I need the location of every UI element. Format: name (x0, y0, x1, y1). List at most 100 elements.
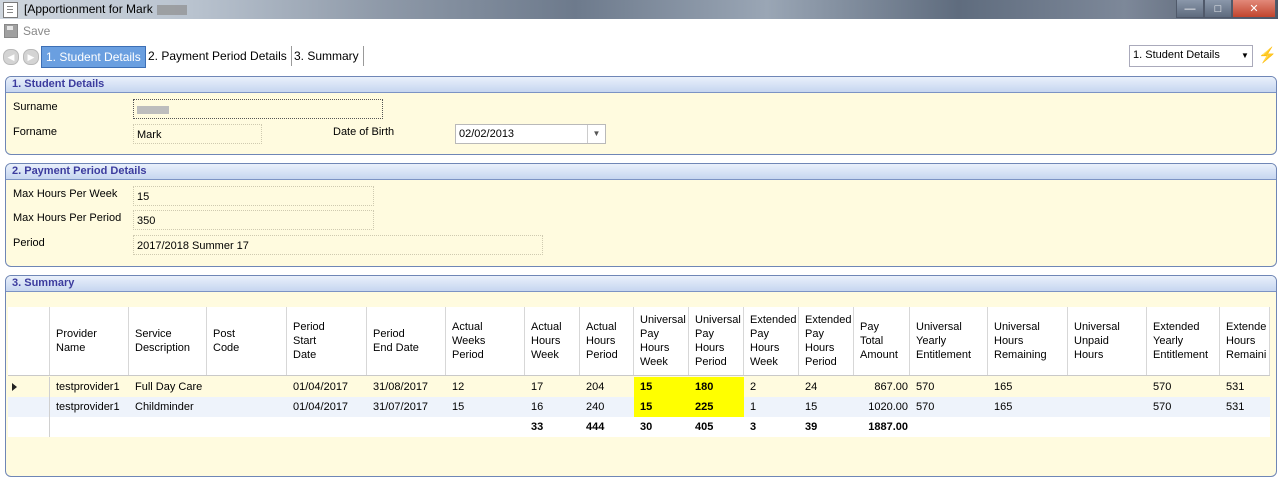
table-cell[interactable]: 1 (744, 397, 799, 417)
column-header[interactable]: Extended Pay Hours Week (744, 307, 799, 375)
table-cell[interactable]: 01/04/2017 (287, 377, 367, 397)
max-hours-period-field[interactable]: 350 (133, 210, 374, 230)
table-cell[interactable]: 31/07/2017 (367, 397, 446, 417)
table-cell[interactable]: 570 (1147, 377, 1220, 397)
total-cell (446, 417, 525, 437)
surname-field[interactable] (133, 99, 383, 119)
table-cell[interactable]: 12 (446, 377, 525, 397)
table-cell[interactable] (207, 397, 287, 417)
column-header[interactable]: Provider Name (50, 307, 129, 375)
table-cell[interactable]: 2 (744, 377, 799, 397)
total-cell (910, 417, 988, 437)
period-label: Period (13, 237, 45, 249)
table-cell[interactable]: 15 (799, 397, 854, 417)
column-header[interactable]: Universal Pay Hours Period (689, 307, 744, 375)
total-cell: 33 (531, 421, 544, 433)
total-cell (988, 417, 1068, 437)
table-cell[interactable]: 1020.00 (854, 397, 910, 417)
table-row[interactable]: testprovider1 Childminder 01/04/2017 31/07/… (8, 397, 1270, 417)
column-header[interactable]: Period End Date (367, 307, 446, 375)
section-jump-value: 1. Student Details (1133, 49, 1220, 61)
table-cell[interactable]: Childminder (129, 397, 207, 417)
tab-student-details[interactable]: 1. Student Details (41, 46, 146, 68)
table-cell[interactable]: 204 (580, 377, 634, 397)
table-cell[interactable]: 31/08/2017 (367, 377, 446, 397)
tab-summary[interactable]: 3. Summary (290, 46, 364, 66)
payment-period-heading: 2. Payment Period Details (6, 164, 1276, 180)
dob-datepicker[interactable]: 02/02/2013 ▼ (455, 124, 606, 144)
payment-period-panel: 2. Payment Period Details Max Hours Per … (5, 163, 1277, 267)
table-cell[interactable]: 570 (1147, 397, 1220, 417)
back-arrow-icon[interactable]: ◀ (3, 49, 19, 65)
table-cell[interactable]: 15 (446, 397, 525, 417)
table-cell[interactable]: 165 (988, 397, 1068, 417)
forward-arrow-icon[interactable]: ▶ (23, 49, 39, 65)
dob-label: Date of Birth (333, 126, 395, 138)
table-cell[interactable]: Full Day Care (129, 377, 207, 397)
tab-payment-period-details[interactable]: 2. Payment Period Details (144, 46, 292, 66)
surname-label: Surname (13, 101, 58, 113)
maximize-button[interactable]: □ (1204, 0, 1232, 18)
max-hours-week-field[interactable]: 15 (133, 186, 374, 206)
total-cell: 30 (640, 421, 653, 433)
window-title-text: [Apportionment for Mark (24, 2, 153, 16)
total-cell: 3 (750, 421, 757, 433)
column-header[interactable]: Period Start Date (287, 307, 367, 375)
section-nav: ◀ ▶ 1. Student Details 2. Payment Period… (0, 44, 1278, 68)
column-header[interactable]: Actual Hours Week (525, 307, 580, 375)
minimize-button[interactable]: — (1176, 0, 1204, 18)
close-button[interactable]: ✕ (1232, 0, 1276, 18)
section-jump-select[interactable]: 1. Student Details ▼ (1129, 45, 1253, 67)
title-bar: [Apportionment for Mark — □ ✕ (0, 0, 1278, 19)
total-cell (129, 417, 207, 437)
table-cell[interactable]: 570 (910, 377, 988, 397)
total-cell: 405 (695, 421, 714, 433)
table-cell[interactable]: 180 (689, 377, 744, 397)
forename-field[interactable]: Mark (133, 124, 262, 144)
student-details-panel: 1. Student Details Surname Forname Mark … (5, 76, 1277, 155)
column-header[interactable]: Extended Pay Hours Period (799, 307, 854, 375)
table-cell[interactable]: 17 (525, 377, 580, 397)
redacted-surname (137, 106, 169, 115)
max-hours-week-label: Max Hours Per Week (13, 188, 118, 200)
table-cell[interactable]: 15 (634, 377, 689, 397)
table-cell[interactable]: 225 (689, 397, 744, 417)
table-cell[interactable]: 531 (1220, 397, 1270, 417)
total-cell (207, 417, 287, 437)
column-header[interactable]: Extende Hours Remaini (1220, 307, 1270, 375)
row-selector[interactable] (8, 377, 50, 397)
period-field[interactable]: 2017/2018 Summer 17 (133, 235, 543, 255)
total-cell (367, 417, 446, 437)
window-title: [Apportionment for Mark (24, 2, 187, 16)
column-header[interactable]: Universal Pay Hours Week (634, 307, 689, 375)
column-header[interactable]: Universal Unpaid Hours (1068, 307, 1147, 375)
column-header[interactable]: Pay Total Amount (854, 307, 910, 375)
column-header[interactable]: Post Code (207, 307, 287, 375)
table-cell[interactable] (207, 377, 287, 397)
lightning-icon[interactable]: ⚡ (1258, 47, 1277, 65)
column-header[interactable]: Universal Yearly Entitlement (910, 307, 988, 375)
table-cell[interactable]: testprovider1 (50, 377, 129, 397)
column-header[interactable]: Extended Yearly Entitlement (1147, 307, 1220, 375)
column-header[interactable]: Universal Hours Remaining (988, 307, 1068, 375)
table-cell[interactable] (1068, 397, 1147, 417)
column-header[interactable]: Actual Weeks Period (446, 307, 525, 375)
column-header[interactable]: Actual Hours Period (580, 307, 634, 375)
row-selector[interactable] (8, 397, 50, 417)
table-cell[interactable]: 531 (1220, 377, 1270, 397)
table-cell[interactable]: 570 (910, 397, 988, 417)
table-cell[interactable] (1068, 377, 1147, 397)
table-row[interactable]: testprovider1 Full Day Care 01/04/2017 31/0… (8, 377, 1270, 397)
table-cell[interactable]: 867.00 (854, 377, 910, 397)
table-cell[interactable]: 15 (634, 397, 689, 417)
table-cell[interactable]: testprovider1 (50, 397, 129, 417)
table-cell[interactable]: 16 (525, 397, 580, 417)
table-cell[interactable]: 165 (988, 377, 1068, 397)
table-cell[interactable]: 24 (799, 377, 854, 397)
chevron-down-icon[interactable]: ▼ (587, 125, 605, 143)
table-cell[interactable]: 240 (580, 397, 634, 417)
table-cell[interactable]: 01/04/2017 (287, 397, 367, 417)
column-header[interactable]: Service Description (129, 307, 207, 375)
save-label: Save (23, 24, 51, 38)
save-button[interactable]: Save (4, 24, 50, 38)
